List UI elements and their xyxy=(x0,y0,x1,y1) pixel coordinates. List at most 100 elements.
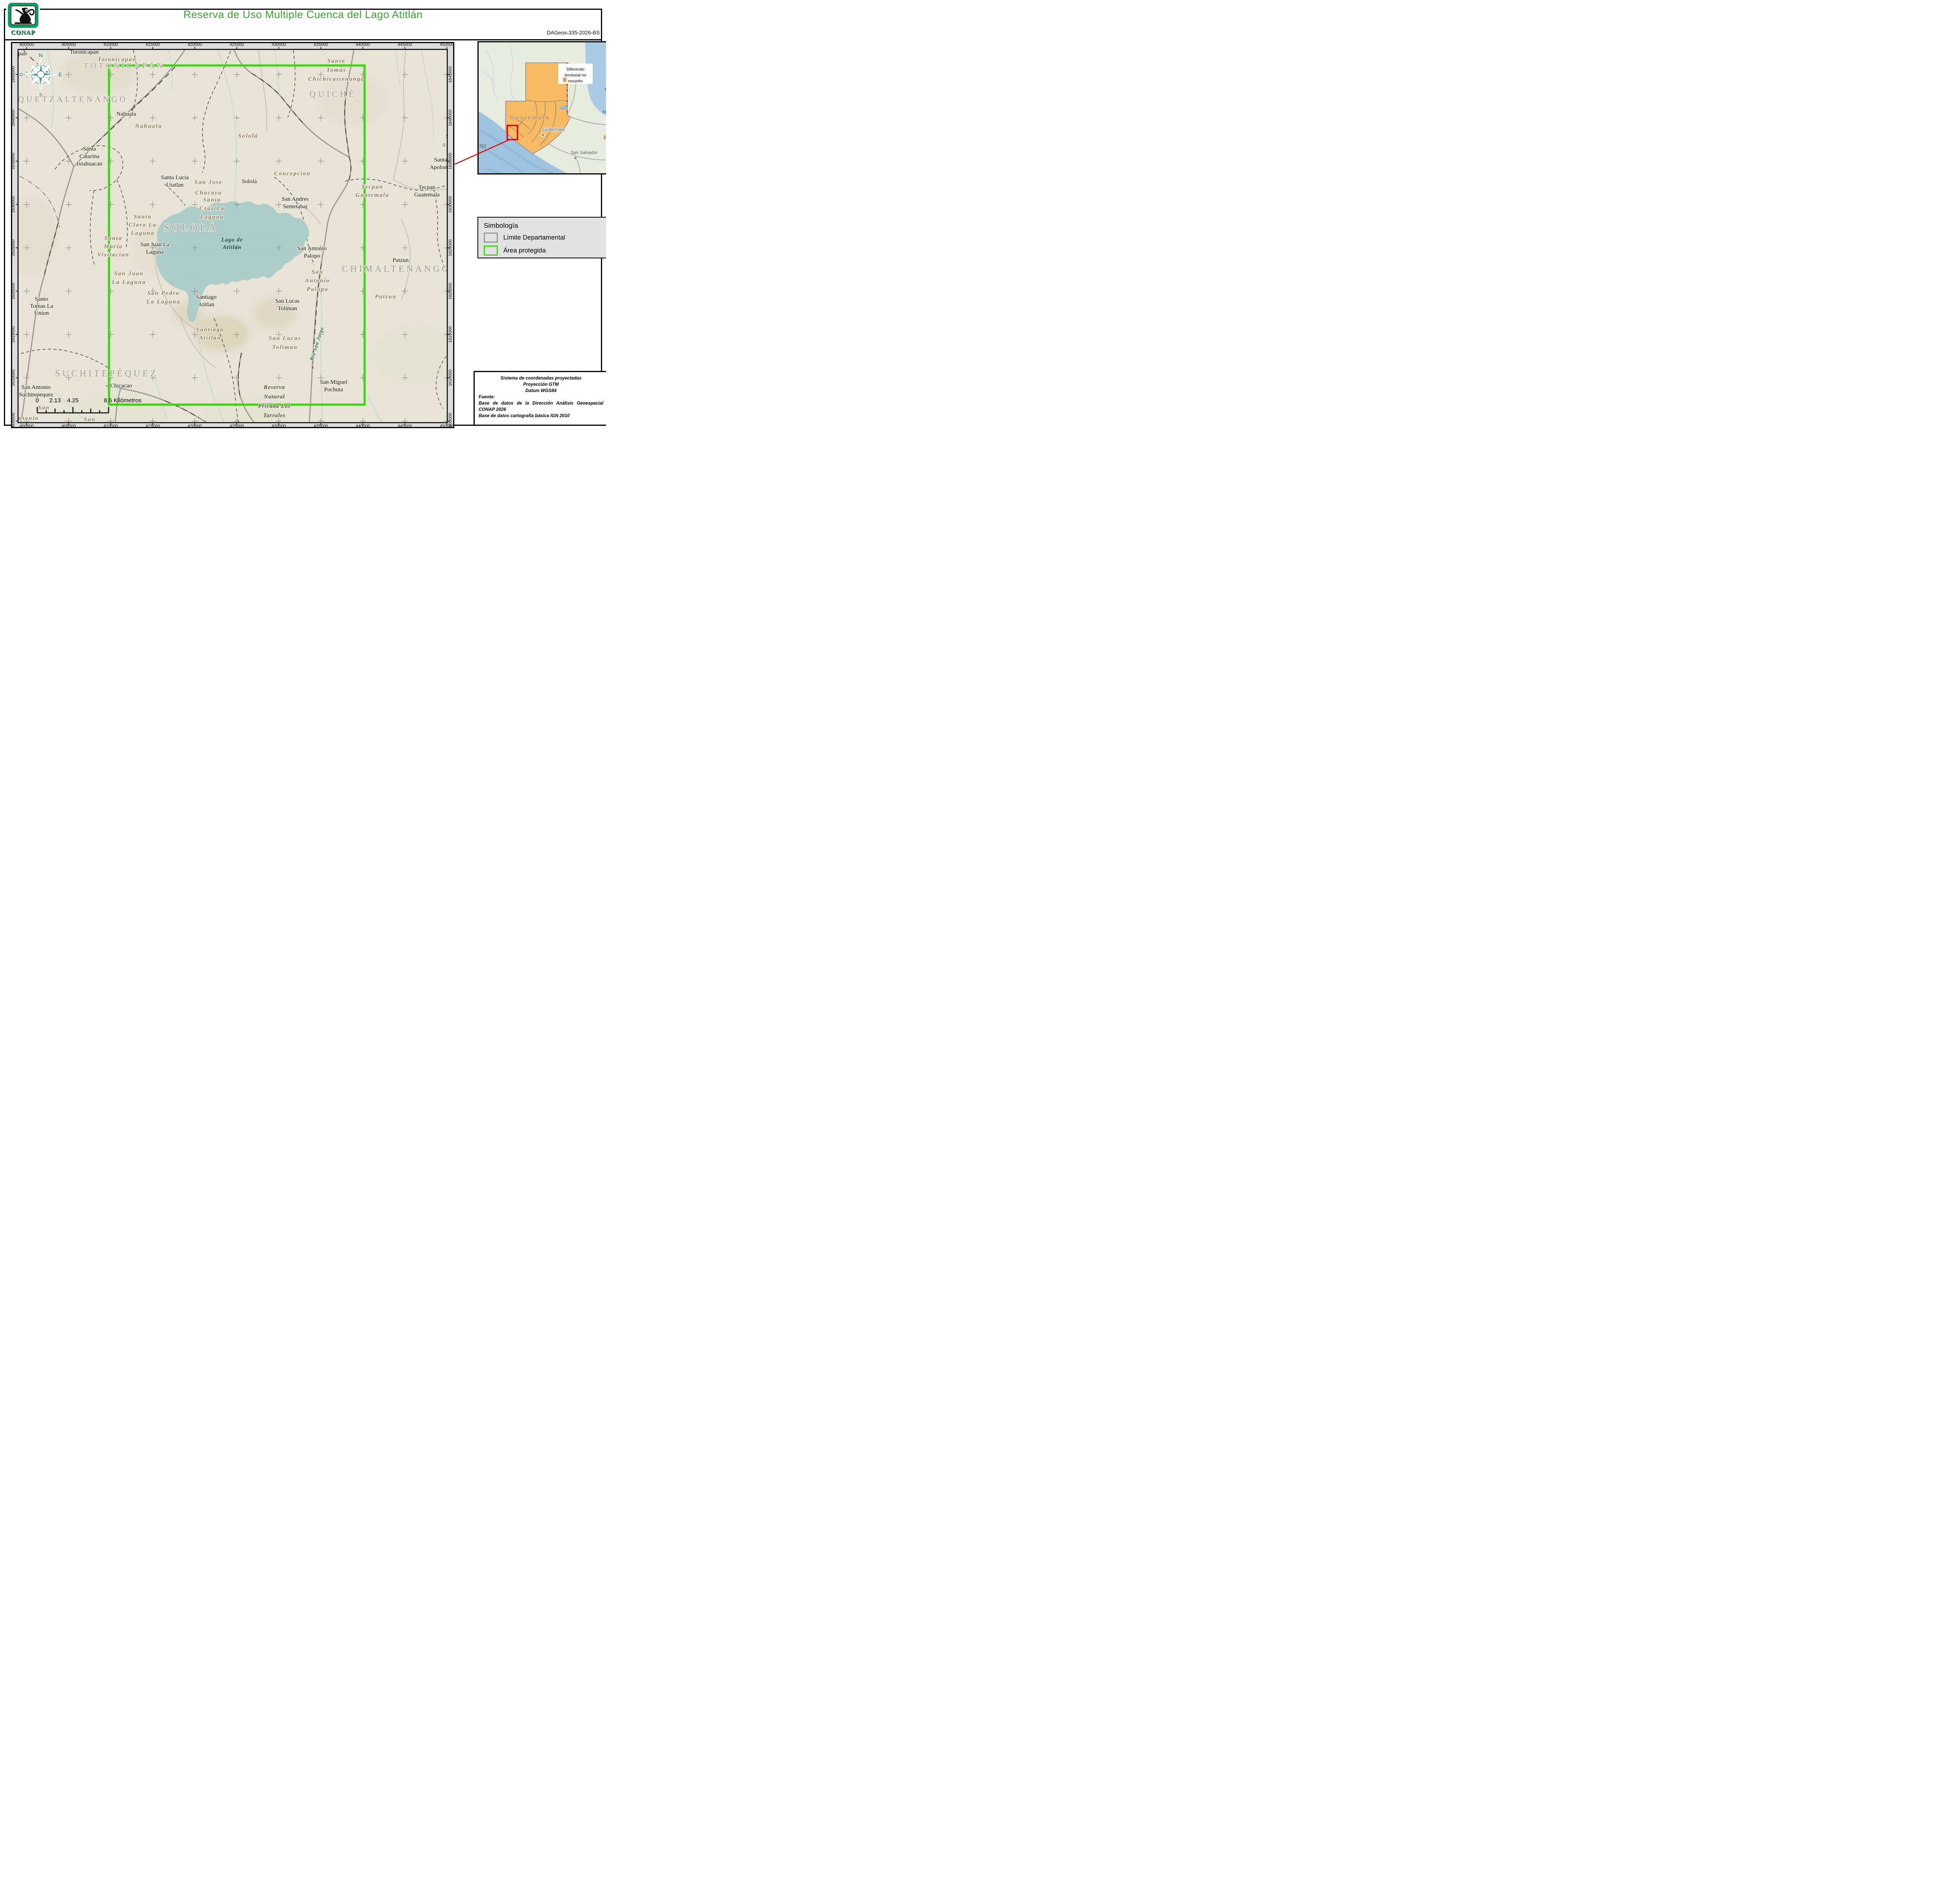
map-document: CONAP Reserva de Uso Multiple Cuenca del… xyxy=(0,0,606,430)
svg-text:425000: 425000 xyxy=(230,424,244,428)
municipality-label: Nahuala xyxy=(135,123,162,129)
svg-text:445000: 445000 xyxy=(397,42,412,47)
svg-text:Diferendo: Diferendo xyxy=(566,67,584,72)
town-label: Patzun xyxy=(393,257,409,263)
conap-logo: CONAP xyxy=(6,2,40,38)
info-line: Fuente: xyxy=(479,394,603,400)
main-map: TOTONICAPÁNQUETZALTENANGOQUICHÉSOLOLÁCHI… xyxy=(11,42,454,428)
legend-title: Simbología xyxy=(484,222,606,230)
conap-monkey-icon xyxy=(7,2,39,28)
svg-text:0: 0 xyxy=(36,397,39,404)
svg-text:1645000: 1645000 xyxy=(11,66,16,83)
document-id: DAGeos-335-2026-BS xyxy=(547,30,600,36)
svg-text:Guatemala: Guatemala xyxy=(543,127,565,132)
department-label: QUICHÉ xyxy=(309,89,356,99)
town-label: Sololá xyxy=(242,178,257,185)
department-label: SOLOLÁ xyxy=(164,222,218,233)
svg-text:430000: 430000 xyxy=(272,424,286,428)
header-divider xyxy=(4,39,602,40)
municipality-label: Patzun xyxy=(375,294,396,300)
svg-text:2.13: 2.13 xyxy=(49,397,61,404)
svg-text:450000: 450000 xyxy=(440,42,454,47)
svg-text:1605000: 1605000 xyxy=(448,413,453,428)
departmental-limit-swatch xyxy=(484,233,498,243)
map-content: TOTONICAPÁNQUETZALTENANGOQUICHÉSOLOLÁCHI… xyxy=(11,42,454,428)
department-label: QUETZALTENANGO xyxy=(18,94,128,104)
info-line: Base de datos cartografía básica IGN 201… xyxy=(479,413,603,419)
svg-text:420000: 420000 xyxy=(187,42,202,47)
coordinate-system-info-box: Sistema de coordenadas proyectadasProyec… xyxy=(474,371,606,426)
svg-text:410000: 410000 xyxy=(103,424,118,428)
svg-text:440000: 440000 xyxy=(356,424,370,428)
svg-text:1640000: 1640000 xyxy=(448,109,453,126)
info-line: Proyección GTM xyxy=(479,381,603,388)
svg-text:1620000: 1620000 xyxy=(448,283,453,300)
legend: Simbología Límite Departamental Área pro… xyxy=(477,217,606,258)
legend-item-protected-area: Área protegida xyxy=(484,245,606,256)
svg-text:B: B xyxy=(563,77,568,83)
svg-text:445000: 445000 xyxy=(397,424,412,428)
svg-text:440000: 440000 xyxy=(356,42,370,47)
svg-text:1615000: 1615000 xyxy=(11,326,16,343)
svg-text:1630000: 1630000 xyxy=(11,196,16,213)
svg-text:405000: 405000 xyxy=(62,424,76,428)
svg-text:4.25: 4.25 xyxy=(67,397,78,404)
town-label: Totonicapán xyxy=(70,49,99,55)
svg-text:721: 721 xyxy=(479,144,486,149)
svg-text:430000: 430000 xyxy=(272,42,286,47)
svg-text:1635000: 1635000 xyxy=(448,153,453,170)
svg-text:E: E xyxy=(58,71,62,78)
svg-text:1615000: 1615000 xyxy=(448,326,453,343)
municipality-label: San xyxy=(38,405,50,411)
info-line: CONAP 2026 xyxy=(479,407,603,413)
info-line: Base de datos de la Dirección Análisis G… xyxy=(479,400,603,407)
svg-text:O: O xyxy=(19,72,23,78)
svg-text:1645000: 1645000 xyxy=(448,66,453,83)
svg-text:S: S xyxy=(39,92,43,98)
municipality-label: SantaCruz LaLaguna xyxy=(200,197,225,220)
info-line: Datum WGS84 xyxy=(479,388,603,394)
inset-locator-map: Guatemala Guatemala San Salvador Ho B Gu Hond 7… xyxy=(477,41,606,174)
svg-text:400000: 400000 xyxy=(20,424,34,428)
svg-text:1625000: 1625000 xyxy=(11,240,16,256)
svg-text:1635000: 1635000 xyxy=(11,153,16,170)
town-label: Nahuala xyxy=(116,111,136,117)
svg-text:420000: 420000 xyxy=(187,424,202,428)
svg-text:1625000: 1625000 xyxy=(448,240,453,256)
svg-text:N: N xyxy=(39,52,43,59)
svg-text:405000: 405000 xyxy=(62,42,76,47)
svg-text:400000: 400000 xyxy=(20,42,34,47)
svg-text:1640000: 1640000 xyxy=(11,109,16,126)
svg-text:1620000: 1620000 xyxy=(11,283,16,300)
page-title: Reserva de Uso Multiple Cuenca del Lago … xyxy=(78,9,528,21)
svg-text:1610000: 1610000 xyxy=(448,369,453,386)
municipality-label: San xyxy=(84,416,96,423)
svg-text:1605000: 1605000 xyxy=(11,413,16,428)
municipality-label: Totonicapán xyxy=(98,56,137,63)
svg-text:435000: 435000 xyxy=(314,42,328,47)
legend-item-departmental-limit: Límite Departamental xyxy=(484,233,606,243)
svg-text:Hond: Hond xyxy=(603,110,606,114)
svg-text:8.5 Kilómetros: 8.5 Kilómetros xyxy=(104,397,142,404)
town-label: Chicacao xyxy=(110,383,132,389)
svg-text:425000: 425000 xyxy=(230,42,244,47)
svg-text:Ho: Ho xyxy=(604,134,606,140)
svg-text:1630000: 1630000 xyxy=(448,196,453,213)
svg-text:415000: 415000 xyxy=(145,424,160,428)
svg-text:resuelto: resuelto xyxy=(568,79,583,84)
svg-text:territorial no: territorial no xyxy=(564,73,586,78)
protected-area-swatch xyxy=(484,245,498,256)
info-line: Sistema de coordenadas proyectadas xyxy=(479,375,603,381)
svg-text:Gu: Gu xyxy=(604,87,606,92)
municipality-label: Sololá xyxy=(238,133,258,139)
department-label: CHIMALTENANGO xyxy=(342,264,451,274)
svg-text:San Salvador: San Salvador xyxy=(570,151,597,155)
svg-text:415000: 415000 xyxy=(145,42,160,47)
municipality-label: Concepcion xyxy=(274,171,310,177)
svg-text:410000: 410000 xyxy=(103,42,118,47)
svg-text:1610000: 1610000 xyxy=(11,369,16,386)
department-label: SUCHITEPÉQUEZ xyxy=(55,369,158,378)
svg-text:Guatemala: Guatemala xyxy=(510,114,550,120)
svg-text:435000: 435000 xyxy=(314,424,328,428)
conap-logo-text: CONAP xyxy=(6,29,40,36)
